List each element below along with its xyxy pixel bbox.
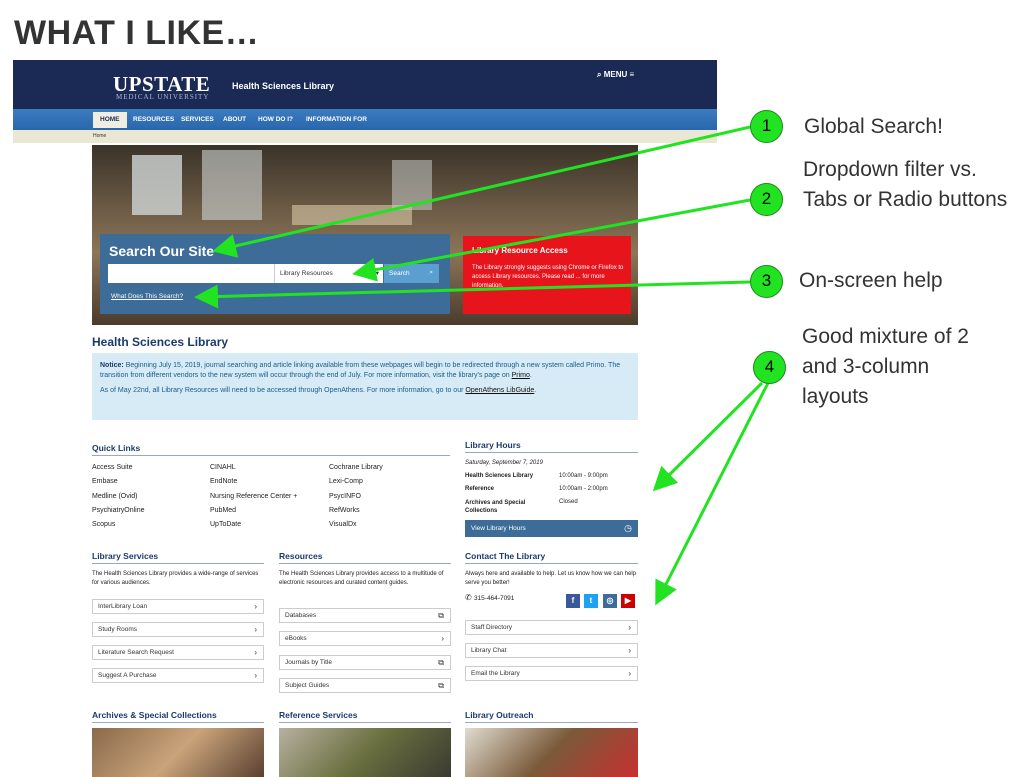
annotation-text: On-screen help: [799, 269, 943, 292]
annotation-badge: 4: [753, 351, 786, 384]
annotation-text: Good mixture of 2 and 3-column layouts: [802, 325, 969, 408]
annotation-badge: 2: [750, 183, 783, 216]
arrow-2: [352, 198, 751, 282]
arrow-1: [212, 125, 751, 258]
annotation-badge: 3: [750, 265, 783, 298]
arrow-4a: [652, 381, 764, 492]
arrow-4b: [655, 382, 770, 606]
arrow-3: [194, 280, 751, 309]
annotation-text: Dropdown filter vs. Tabs or Radio button…: [803, 158, 1008, 211]
annotation-text: Global Search!: [804, 115, 943, 138]
annotation-badge: 1: [750, 110, 783, 143]
